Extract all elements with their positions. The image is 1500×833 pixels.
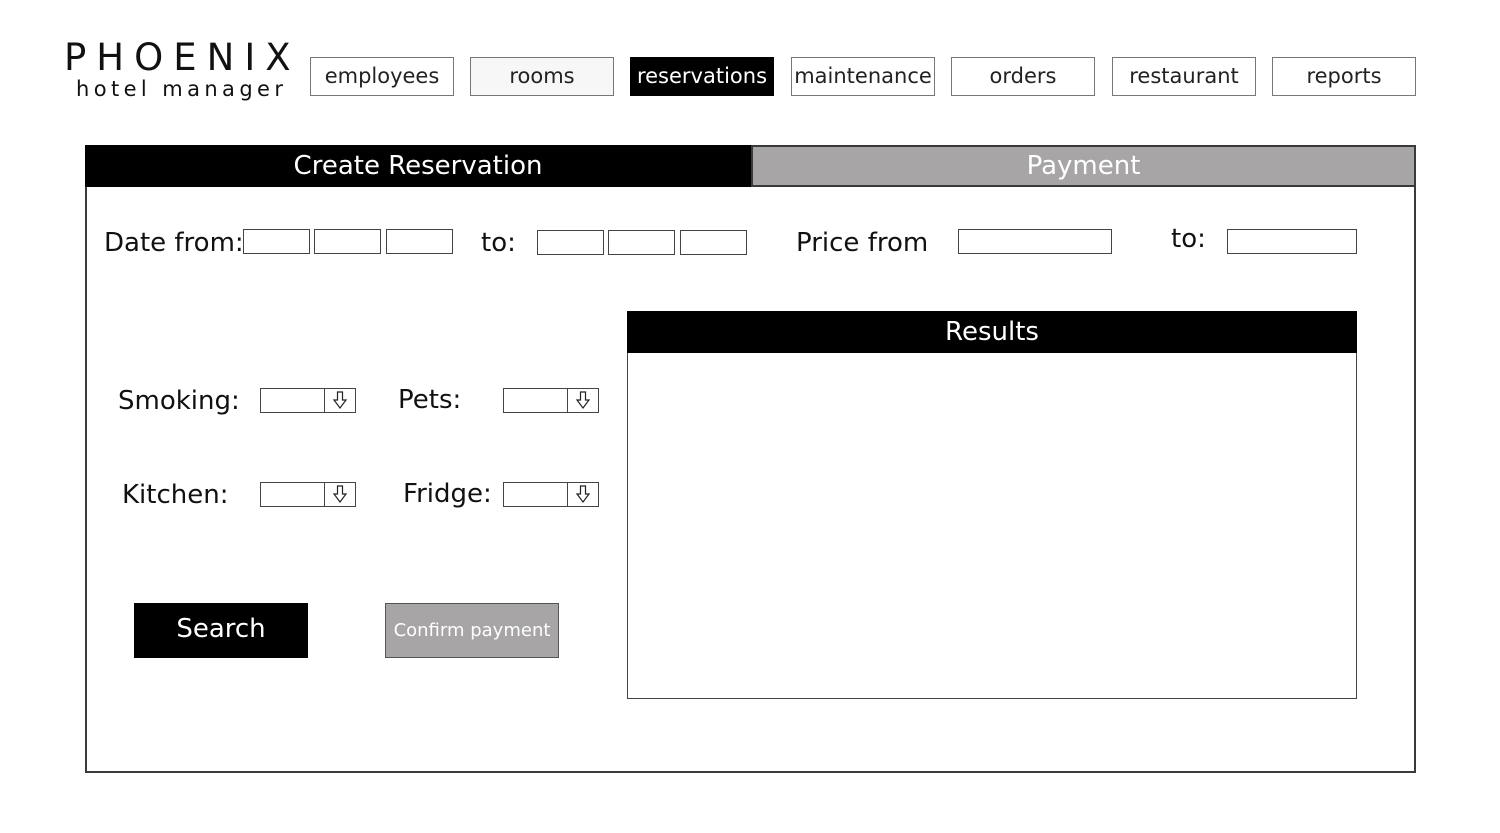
nav-maintenance[interactable]: maintenance <box>791 57 935 96</box>
fridge-select[interactable] <box>503 482 599 507</box>
smoking-select[interactable] <box>260 388 356 413</box>
price-from-input[interactable] <box>958 229 1112 254</box>
logo-subtitle: hotel manager <box>76 77 288 101</box>
date-from-year-input[interactable] <box>386 229 453 254</box>
search-button[interactable]: Search <box>134 603 308 658</box>
nav-orders[interactable]: orders <box>951 57 1095 96</box>
nav-reservations[interactable]: reservations <box>630 57 774 96</box>
pets-select-value <box>504 389 567 412</box>
results-header: Results <box>627 311 1357 353</box>
smoking-select-value <box>261 389 324 412</box>
dropdown-arrow-icon[interactable] <box>567 389 599 412</box>
results-list[interactable] <box>627 311 1357 699</box>
date-from-label: Date from: <box>104 228 244 258</box>
fridge-select-value <box>504 483 567 506</box>
kitchen-select-value <box>261 483 324 506</box>
fridge-label: Fridge: <box>403 479 492 509</box>
nav-restaurant[interactable]: restaurant <box>1112 57 1256 96</box>
dropdown-arrow-icon[interactable] <box>324 389 356 412</box>
pets-label: Pets: <box>398 385 462 415</box>
nav-employees[interactable]: employees <box>310 57 454 96</box>
pets-select[interactable] <box>503 388 599 413</box>
date-to-day-input[interactable] <box>537 230 604 255</box>
date-to-month-input[interactable] <box>608 230 675 255</box>
confirm-payment-button[interactable]: Confirm payment <box>385 603 559 658</box>
nav-rooms[interactable]: rooms <box>470 57 614 96</box>
date-to-year-input[interactable] <box>680 230 747 255</box>
tab-create-reservation[interactable]: Create Reservation <box>85 145 751 187</box>
logo-title: PHOENIX <box>64 36 301 79</box>
kitchen-label: Kitchen: <box>122 480 229 510</box>
price-to-label: to: <box>1171 224 1206 254</box>
smoking-label: Smoking: <box>118 386 240 416</box>
dropdown-arrow-icon[interactable] <box>567 483 599 506</box>
tab-payment[interactable]: Payment <box>751 145 1416 187</box>
price-from-label: Price from <box>796 228 929 258</box>
kitchen-select[interactable] <box>260 482 356 507</box>
date-to-label: to: <box>481 228 516 258</box>
nav-reports[interactable]: reports <box>1272 57 1416 96</box>
price-to-input[interactable] <box>1227 229 1357 254</box>
date-from-month-input[interactable] <box>314 229 381 254</box>
date-from-day-input[interactable] <box>243 229 310 254</box>
dropdown-arrow-icon[interactable] <box>324 483 356 506</box>
